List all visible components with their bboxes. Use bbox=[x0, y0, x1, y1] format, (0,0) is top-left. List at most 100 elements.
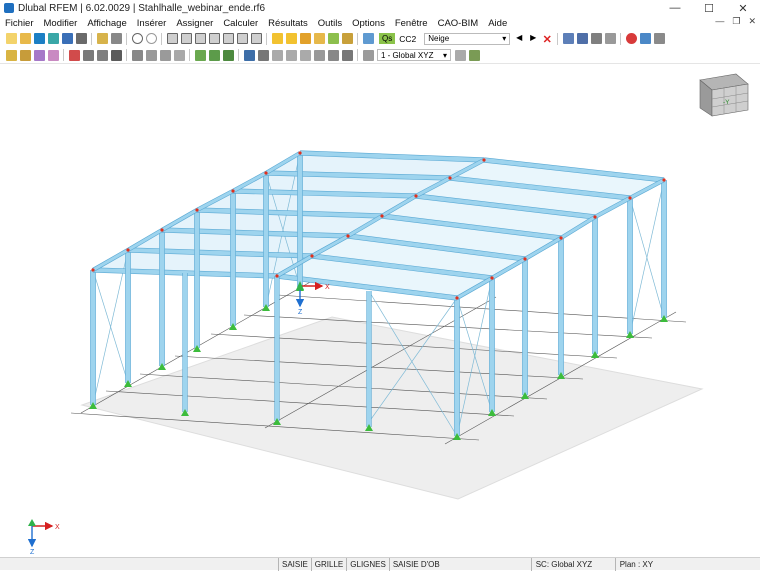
coordinate-system-icon[interactable] bbox=[362, 49, 374, 61]
stop-icon[interactable] bbox=[625, 33, 637, 44]
grid-view-icon[interactable] bbox=[236, 33, 248, 44]
zoom-all-icon[interactable] bbox=[327, 49, 339, 61]
material-icon[interactable] bbox=[173, 49, 185, 61]
window-layout-icon[interactable] bbox=[166, 33, 178, 44]
view-cube-front[interactable] bbox=[711, 83, 749, 117]
doc-close-icon[interactable]: ✕ bbox=[748, 16, 756, 27]
navigator-icon[interactable] bbox=[208, 33, 220, 44]
node-point bbox=[448, 176, 452, 180]
report-icon[interactable] bbox=[96, 33, 108, 44]
node-icon[interactable] bbox=[68, 49, 80, 61]
member-icon[interactable] bbox=[82, 49, 94, 61]
undo-icon[interactable] bbox=[131, 33, 143, 44]
view-side-icon[interactable] bbox=[285, 49, 297, 61]
section-view-icon[interactable] bbox=[250, 33, 262, 44]
coordinate-icon[interactable] bbox=[33, 49, 45, 61]
legend-icon[interactable] bbox=[604, 33, 616, 44]
status-grille-button[interactable]: GRILLE bbox=[310, 557, 346, 571]
origin-z-label: Z bbox=[298, 309, 303, 316]
comment-icon[interactable] bbox=[222, 49, 234, 61]
design-icon[interactable] bbox=[327, 33, 339, 44]
animation-icon[interactable] bbox=[639, 33, 651, 44]
view-cube[interactable]: -Y bbox=[699, 73, 749, 117]
select-icon[interactable] bbox=[5, 49, 17, 61]
node-point bbox=[414, 194, 418, 198]
menu-resultats[interactable]: Résultats bbox=[263, 18, 313, 29]
display-properties-icon[interactable] bbox=[468, 49, 480, 61]
node-point bbox=[160, 228, 164, 232]
solid-icon[interactable] bbox=[110, 49, 122, 61]
show-loads-icon[interactable] bbox=[562, 33, 574, 44]
support-icon[interactable] bbox=[131, 49, 143, 61]
menu-calculer[interactable]: Calculer bbox=[218, 18, 263, 29]
measure-icon[interactable] bbox=[194, 49, 206, 61]
rfem-model-icon[interactable] bbox=[33, 33, 45, 44]
node-point bbox=[310, 254, 314, 258]
load-case-name: Neige bbox=[428, 34, 450, 43]
visibility-icon[interactable] bbox=[257, 49, 269, 61]
print-icon[interactable] bbox=[75, 33, 87, 44]
new-file-icon[interactable] bbox=[5, 33, 17, 44]
move-icon[interactable] bbox=[47, 49, 59, 61]
menu-options[interactable]: Options bbox=[347, 18, 390, 29]
menu-fenetre[interactable]: Fenêtre bbox=[390, 18, 433, 29]
node-point bbox=[231, 189, 235, 193]
section-icon[interactable] bbox=[159, 49, 171, 61]
menu-fichier[interactable]: Fichier bbox=[0, 18, 39, 29]
delete-load-icon[interactable]: ✕ bbox=[542, 33, 553, 46]
open-file-icon[interactable] bbox=[19, 33, 31, 44]
deformation-icon[interactable] bbox=[313, 33, 325, 44]
calculate-all-icon[interactable] bbox=[285, 33, 297, 44]
table-icon[interactable] bbox=[110, 33, 122, 44]
panel-icon[interactable] bbox=[194, 33, 206, 44]
status-saisie-objet-button[interactable]: SAISIE D'OB bbox=[388, 557, 443, 571]
previous-loadcase-icon[interactable]: ◀ bbox=[514, 33, 525, 44]
node-point bbox=[195, 208, 199, 212]
doc-minimize-icon[interactable]: — bbox=[715, 16, 724, 27]
title-bar: Dlubal RFEM | 6.02.0029 | Stahlhalle_web… bbox=[0, 0, 760, 16]
corner-z-label: Z bbox=[30, 549, 35, 556]
filter-icon[interactable] bbox=[222, 33, 234, 44]
status-saisie-button[interactable]: SAISIE bbox=[278, 557, 311, 571]
values-icon[interactable] bbox=[590, 33, 602, 44]
next-loadcase-icon[interactable]: ▶ bbox=[528, 33, 539, 44]
settings-icon[interactable] bbox=[653, 33, 665, 44]
show-results-icon[interactable] bbox=[576, 33, 588, 44]
model-viewport[interactable]: X Z X Z -Y bbox=[0, 64, 760, 557]
load-wizard-icon[interactable] bbox=[362, 33, 374, 44]
line-icon[interactable] bbox=[19, 49, 31, 61]
split-view-icon[interactable] bbox=[180, 33, 192, 44]
save-icon[interactable] bbox=[61, 33, 73, 44]
load-case-code: CC2 bbox=[399, 33, 417, 44]
menu-outils[interactable]: Outils bbox=[313, 18, 347, 29]
surface-icon[interactable] bbox=[96, 49, 108, 61]
results-icon[interactable] bbox=[299, 33, 311, 44]
view-front-icon[interactable] bbox=[271, 49, 283, 61]
structure-3d-view[interactable]: X Z X Z -Y bbox=[0, 64, 760, 557]
close-button[interactable]: ✕ bbox=[726, 0, 760, 16]
view-dropdown[interactable]: 1 - Global XYZ ▾ bbox=[377, 49, 451, 61]
calculate-icon[interactable] bbox=[271, 33, 283, 44]
webservice-icon[interactable] bbox=[47, 33, 59, 44]
minimize-button[interactable]: — bbox=[658, 0, 692, 16]
hinge-icon[interactable] bbox=[145, 49, 157, 61]
snap-icon[interactable] bbox=[243, 49, 255, 61]
maximize-button[interactable]: ☐ bbox=[692, 0, 726, 16]
view-top-icon[interactable] bbox=[299, 49, 311, 61]
menu-aide[interactable]: Aide bbox=[483, 18, 512, 29]
optimization-icon[interactable] bbox=[341, 33, 353, 44]
menu-affichage[interactable]: Affichage bbox=[82, 18, 131, 29]
redo-icon[interactable] bbox=[145, 33, 157, 44]
window-title: Dlubal RFEM | 6.02.0029 | Stahlhalle_web… bbox=[18, 2, 266, 14]
menu-inserer[interactable]: Insérer bbox=[132, 18, 172, 29]
status-glignes-button[interactable]: GLIGNES bbox=[346, 557, 389, 571]
view-options-icon[interactable] bbox=[454, 49, 466, 61]
menu-modifier[interactable]: Modifier bbox=[39, 18, 83, 29]
menu-cao-bim[interactable]: CAO-BIM bbox=[433, 18, 484, 29]
menu-assigner[interactable]: Assigner bbox=[171, 18, 218, 29]
render-icon[interactable] bbox=[341, 49, 353, 61]
view-iso-icon[interactable] bbox=[313, 49, 325, 61]
load-case-dropdown[interactable]: Neige ▾ bbox=[424, 32, 511, 45]
dimension-icon[interactable] bbox=[208, 49, 220, 61]
doc-restore-icon[interactable]: ❐ bbox=[732, 16, 740, 27]
